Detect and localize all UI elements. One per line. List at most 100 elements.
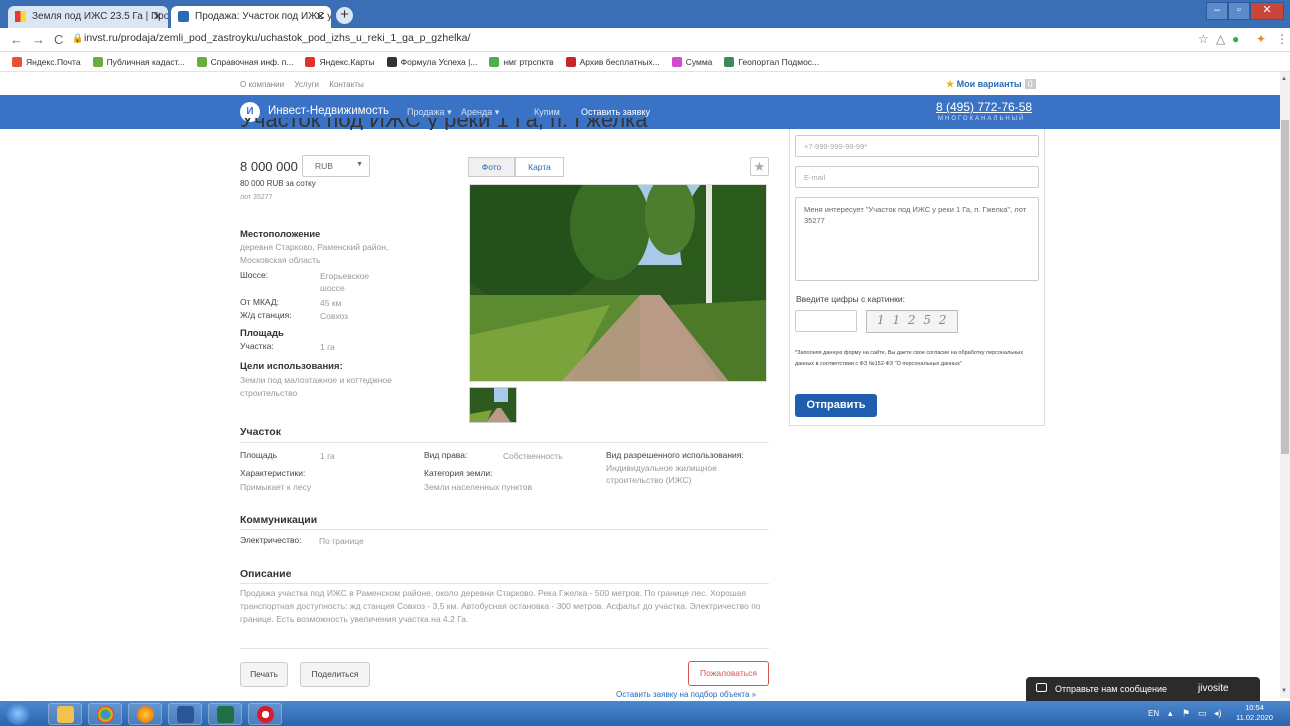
extension-green-icon[interactable]: ● — [1232, 32, 1239, 46]
reload-icon[interactable]: C — [54, 32, 63, 47]
phone-number[interactable]: 8 (495) 772-76-58 — [936, 100, 1032, 114]
link-services[interactable]: Услуги — [294, 80, 319, 89]
taskbar-explorer[interactable] — [48, 703, 82, 725]
taskbar-opera[interactable] — [248, 703, 282, 725]
permitted-use-label: Вид разрешенного использования: — [606, 450, 744, 460]
bookmark-label: Сумма — [685, 56, 713, 67]
taskbar-chrome[interactable] — [88, 703, 122, 725]
scroll-down-icon[interactable]: ▼ — [1281, 688, 1287, 694]
maximize-button[interactable]: ▫ — [1228, 2, 1250, 20]
link-about[interactable]: О компании — [240, 80, 284, 89]
nav-sale[interactable]: Продажа ▾ — [407, 107, 452, 118]
order-selection-link[interactable]: Оставить заявку на подбор объекта » — [616, 690, 756, 699]
volume-icon[interactable]: ◂) — [1214, 708, 1222, 719]
bookmark-item[interactable]: Геопортал Подмос... — [724, 52, 819, 71]
network-icon[interactable]: ▭ — [1198, 708, 1207, 719]
window-close-button[interactable]: ✕ — [1250, 2, 1284, 20]
tab-land-izhs[interactable]: Земля под ИЖС 23.5 Га | Прода ✕ — [8, 6, 168, 28]
captcha-input[interactable] — [795, 310, 857, 332]
bookmark-item[interactable]: нмг ртрспктв — [489, 52, 554, 71]
top-links: О компании Услуги Контакты — [240, 80, 372, 89]
nav-rent[interactable]: Аренда ▾ — [461, 107, 499, 118]
bookmark-item[interactable]: Яндекс.Карты — [305, 52, 375, 71]
bookmark-label: Формула Успеха |... — [400, 56, 478, 67]
location-value: деревня Старково, Раменский район, Моско… — [240, 242, 389, 265]
highway-value: Егорьевское шоссе — [320, 271, 370, 293]
forward-icon[interactable]: → — [32, 32, 45, 47]
chat-widget[interactable]: Отправьте нам сообщение jivosite — [1026, 677, 1260, 701]
bookmarks-bar: Яндекс.Почта Публичная кадаст... Справочна… — [0, 52, 1290, 72]
chat-icon — [1036, 683, 1047, 692]
bookmark-item[interactable]: Яндекс.Почта — [12, 52, 81, 71]
bookmark-item[interactable]: Справочная инф. п... — [196, 52, 293, 71]
scroll-thumb[interactable] — [1281, 120, 1289, 454]
phone-field[interactable]: +7-999-999-99-99* — [795, 135, 1039, 157]
currency-select[interactable]: RUB ▼ — [302, 155, 370, 177]
tray-arrow-icon[interactable]: ▴ — [1168, 708, 1173, 719]
extension-orange-icon[interactable]: ✦ — [1256, 32, 1266, 46]
flag-icon[interactable]: ⚑ — [1182, 708, 1190, 719]
consent-text: *Заполняя данную форму на сайте, Вы дает… — [795, 350, 1023, 367]
bookmark-label: Геопортал Подмос... — [738, 56, 820, 67]
nav-leave-request[interactable]: Оставить заявку — [581, 107, 650, 117]
close-icon[interactable]: ✕ — [316, 10, 325, 23]
start-button[interactable] — [6, 702, 30, 725]
print-button[interactable]: Печать — [240, 662, 288, 687]
captcha-image: 1 1 2 5 2 — [866, 310, 958, 333]
lock-icon[interactable]: 🔒 — [72, 33, 83, 44]
minimize-button[interactable]: – — [1206, 2, 1228, 20]
bookmark-item[interactable]: Сумма — [671, 52, 713, 71]
tab-sale-plot[interactable]: Продажа: Участок под ИЖС у р ✕ — [171, 6, 331, 28]
taskbar-excel[interactable] — [208, 703, 242, 725]
plot-area-label2: Площадь — [240, 450, 278, 460]
submit-button[interactable]: Отправить — [795, 394, 877, 417]
bookmark-label: нмг ртрспктв — [503, 56, 554, 67]
url-input[interactable]: invst.ru/prodaja/zemli_pod_zastroyku/uch… — [84, 32, 470, 44]
brand-name[interactable]: Инвест-Недвижимость — [268, 105, 389, 117]
favorite-star-icon[interactable]: ★ — [750, 157, 769, 176]
email-field[interactable]: E-mail — [795, 166, 1039, 188]
window-controls: – ▫ ✕ — [1206, 2, 1284, 20]
rail-value: Совхоз — [320, 311, 349, 321]
back-icon[interactable]: ← — [10, 32, 23, 47]
scroll-up-icon[interactable]: ▲ — [1281, 76, 1287, 82]
characteristics-label: Характеристики: — [240, 468, 306, 478]
page-scrollbar[interactable]: ▲ ▼ — [1280, 72, 1290, 698]
bookmark-icon — [12, 56, 22, 67]
currency-value: RUB — [315, 161, 333, 171]
nav-buy[interactable]: Купим — [534, 107, 560, 117]
taskbar-word[interactable] — [168, 703, 202, 725]
divider — [240, 442, 769, 443]
extension-icon[interactable]: △ — [1216, 32, 1225, 46]
bookmark-item[interactable]: Формула Успеха |... — [386, 52, 478, 71]
taskbar-firefox[interactable] — [128, 703, 162, 725]
bookmark-icon — [671, 56, 682, 67]
bookmark-star-icon[interactable]: ☆ — [1198, 32, 1209, 46]
plot-photo[interactable] — [469, 184, 767, 382]
clock-time: 10:54 — [1245, 703, 1264, 712]
bookmark-item[interactable]: Архив бесплатных... — [565, 52, 660, 71]
bookmark-item[interactable]: Публичная кадаст... — [92, 52, 185, 71]
new-tab-button[interactable]: + — [336, 7, 353, 24]
mkad-value: 45 км — [320, 298, 342, 308]
close-icon[interactable]: ✕ — [153, 10, 162, 23]
photo-thumbnail[interactable] — [469, 387, 517, 423]
plot-area-value2: 1 га — [320, 451, 335, 461]
electricity-value: По границе — [319, 536, 364, 546]
tab-photo[interactable]: Фото — [468, 157, 515, 177]
my-variants-link[interactable]: ★ Мои варианты 0 — [946, 79, 1036, 90]
ownership-label: Вид права: — [424, 450, 468, 460]
bookmark-icon — [565, 56, 576, 67]
highway-label: Шоссе: — [240, 270, 269, 280]
purpose-heading: Цели использования: — [240, 361, 343, 372]
menu-icon[interactable]: ⋮ — [1276, 32, 1288, 46]
language-indicator[interactable]: EN — [1148, 709, 1159, 718]
share-button[interactable]: Поделиться — [300, 662, 370, 687]
tab-map[interactable]: Карта — [515, 157, 564, 177]
message-textarea[interactable]: Меня интересует "Участок под ИЖС у реки … — [795, 197, 1039, 281]
complain-button[interactable]: Пожаловаться — [688, 661, 769, 686]
clock[interactable]: 10:54 11.02.2020 — [1236, 703, 1273, 723]
phone-subtitle: МНОГОКАНАЛЬНЫЙ — [938, 116, 1026, 122]
link-contacts[interactable]: Контакты — [329, 80, 364, 89]
plot-area-value: 1 га — [320, 342, 335, 352]
